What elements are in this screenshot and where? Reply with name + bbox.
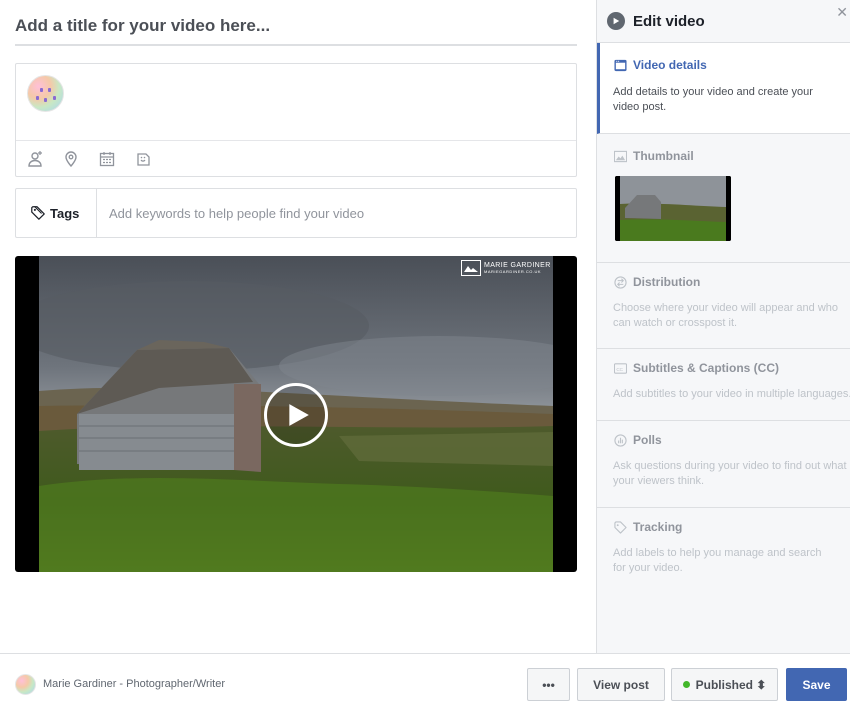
publish-status-dropdown[interactable]: Published ⬍ [671,668,778,701]
section-description: Choose where your video will appear and … [613,302,839,329]
tags-field: Tags [15,188,577,238]
video-editor: Tags [0,0,596,653]
tag-people-icon[interactable] [27,151,43,167]
location-icon[interactable] [63,151,79,167]
image-icon [613,149,627,163]
section-title: Tracking [633,520,683,534]
video-title-input[interactable] [15,8,577,46]
section-title: Subtitles & Captions (CC) [633,361,779,375]
thumbnail-preview[interactable] [615,176,731,241]
tag-icon [30,205,46,221]
avatar [27,75,64,112]
section-title: Distribution [633,275,701,289]
watermark-name: MARIE GARDINER [484,262,551,269]
section-description: Ask questions during your video to find … [613,460,847,487]
play-icon [289,404,309,426]
section-video-details[interactable]: Video details Add details to your video … [597,43,850,134]
tags-label: Tags [50,205,80,221]
status-dot-icon [682,681,690,688]
edit-video-panel: Edit video ✕ Video details Add details t… [596,0,850,653]
section-polls[interactable]: Polls Ask questions during your video to… [597,421,850,508]
publish-status-label: Published ⬍ [695,677,767,692]
close-icon[interactable]: ✕ [836,4,848,21]
sticker-icon[interactable] [135,151,151,167]
section-thumbnail[interactable]: Thumbnail [597,134,850,263]
section-tracking[interactable]: Tracking Add labels to help you manage a… [597,508,850,594]
section-distribution[interactable]: Distribution Choose where your video wil… [597,263,850,349]
page-avatar [15,674,36,695]
section-description: Add details to your video and create you… [613,86,813,113]
video-player[interactable]: MARIE GARDINER MARIEGARDINER.CO.UK [15,256,577,572]
section-title: Polls [633,433,662,447]
panel-header: Edit video ✕ [597,0,850,43]
play-button[interactable] [264,383,328,447]
poll-icon [613,433,627,447]
video-icon [607,12,625,30]
section-subtitles[interactable]: CC Subtitles & Captions (CC) Add subtitl… [597,349,850,421]
section-description: Add subtitles to your video in multiple … [613,388,850,400]
tags-label-box: Tags [16,189,97,237]
watermark-logo-icon [461,260,481,276]
post-composer [15,63,577,177]
panel-title: Edit video [633,12,705,30]
calendar-icon[interactable] [99,151,115,167]
tags-input[interactable] [97,189,576,237]
section-description: Add labels to help you manage and search… [613,547,822,574]
watermark-url: MARIEGARDINER.CO.UK [484,269,542,274]
distribution-icon [613,275,627,289]
save-button[interactable]: Save [786,668,847,701]
video-details-icon [613,58,627,72]
composer-toolbar [16,140,576,177]
page-name: Marie Gardiner - Photographer/Writer [43,678,225,690]
view-post-button[interactable]: View post [577,668,665,701]
section-title: Thumbnail [633,149,694,163]
svg-text:CC: CC [616,366,623,371]
watermark: MARIE GARDINER MARIEGARDINER.CO.UK [461,259,551,277]
closed-captions-icon: CC [613,361,627,375]
more-options-button[interactable]: ••• [527,668,570,701]
label-icon [613,520,627,534]
footer-bar: Marie Gardiner - Photographer/Writer •••… [0,653,850,708]
section-title: Video details [633,58,707,72]
